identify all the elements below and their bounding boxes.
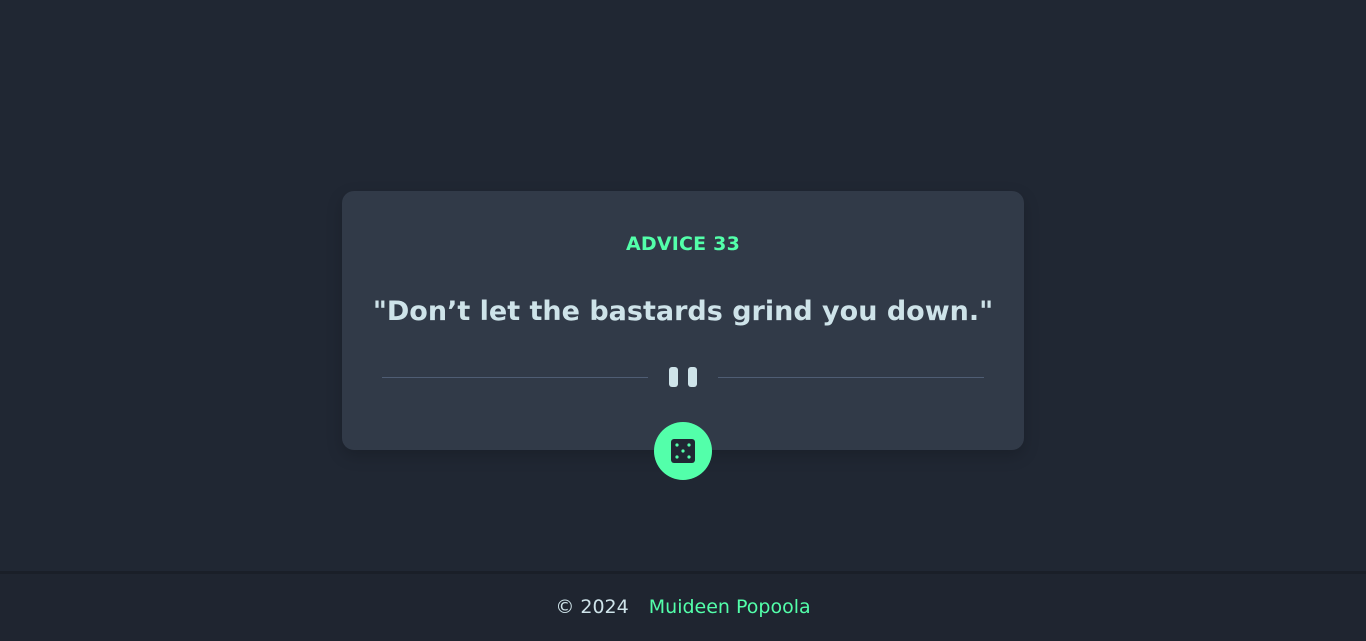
divider-line-left — [382, 377, 648, 378]
footer-attribution: © 2024 Muideen Popoola — [0, 596, 1366, 618]
advice-card: ADVICE 33 "Don’t let the bastards grind … — [342, 191, 1024, 450]
dice-icon — [671, 439, 695, 463]
advice-generator-page: ADVICE 33 "Don’t let the bastards grind … — [0, 0, 1366, 641]
pattern-divider — [382, 365, 984, 389]
page-footer: © 2024 Muideen Popoola — [0, 571, 1366, 641]
author-link[interactable]: Muideen Popoola — [649, 596, 811, 618]
pause-icon — [669, 367, 697, 387]
generate-advice-button[interactable] — [654, 422, 712, 480]
advice-number: ADVICE 33 — [625, 233, 741, 255]
copyright-text: © 2024 — [555, 596, 629, 618]
divider-line-right — [718, 377, 984, 378]
advice-text: "Don’t let the bastards grind you down." — [372, 296, 994, 327]
